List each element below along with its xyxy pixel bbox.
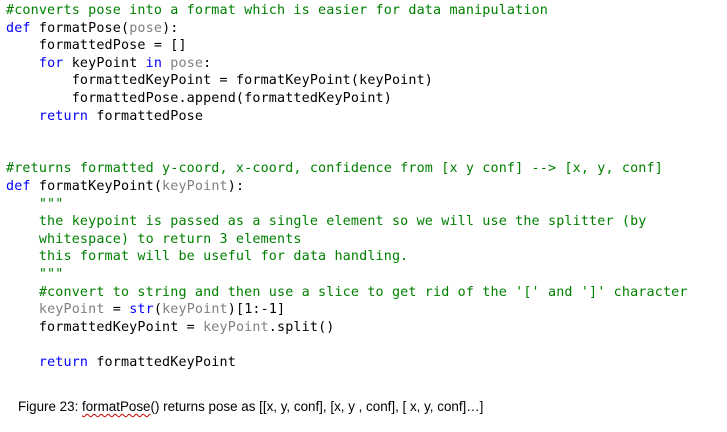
code-line: ​	[6, 336, 721, 354]
code-line: ​	[6, 143, 721, 161]
code-token-keyword: for	[38, 55, 72, 71]
code-token-keyword: in	[145, 55, 171, 71]
code-token-comment: the keypoint is passed as a single eleme…	[6, 214, 647, 230]
code-token-param: pose	[170, 55, 204, 71]
code-line: formattedPose.append(formattedKeyPoint)	[6, 90, 721, 108]
code-line: formattedKeyPoint = formatKeyPoint(keyPo…	[6, 72, 721, 90]
code-token-plain: keyPoint	[71, 55, 146, 71]
code-token-comment: whitespace) to return 3 elements	[6, 231, 302, 247]
code-token-plain: .split()	[268, 319, 335, 335]
code-token-comment: """	[6, 196, 64, 212]
code-line: keyPoint = str(keyPoint)[1:-1]	[6, 301, 721, 319]
code-token-param: keyPoint	[38, 302, 105, 318]
code-line: def formatKeyPoint(keyPoint):	[6, 178, 721, 196]
code-token-keyword: return	[38, 108, 97, 124]
code-token-plain: formattedPose = []	[6, 38, 187, 54]
code-token-param: pose	[129, 20, 163, 36]
code-token-param: keyPoint	[203, 319, 269, 335]
code-token-comment: #convert to string and then use a slice …	[6, 284, 688, 300]
code-line: """	[6, 266, 721, 284]
code-token-keyword: return	[38, 354, 97, 370]
code-line: this format will be useful for data hand…	[6, 248, 721, 266]
code-token-plain: :	[203, 55, 212, 71]
code-token-plain: )[1:-1]	[227, 302, 286, 318]
code-token-plain: formatKeyPoint(	[38, 178, 163, 194]
code-token-plain: formattedKeyPoint = formatKeyPoint(keyPo…	[6, 73, 434, 89]
code-line: formattedKeyPoint = keyPoint.split()	[6, 319, 721, 337]
code-line: return formattedPose	[6, 108, 721, 126]
code-line: the keypoint is passed as a single eleme…	[6, 213, 721, 231]
code-token-comment: this format will be useful for data hand…	[6, 249, 409, 265]
code-token-plain: formattedKeyPoint =	[6, 319, 204, 335]
code-token-keyword: def	[6, 178, 39, 194]
code-line: return formattedKeyPoint	[6, 354, 721, 372]
code-token-plain: (	[153, 302, 163, 318]
code-token-plain: formatPose(	[38, 20, 130, 36]
code-token-comment: #converts pose into a format which is ea…	[6, 3, 548, 18]
code-listing: #converts pose into a format which is ea…	[6, 2, 721, 371]
caption-function-name: formatPose	[82, 399, 151, 414]
code-token-keyword: str	[129, 302, 154, 318]
code-line: ​	[6, 125, 721, 143]
figure-caption: Figure 23: formatPose() returns pose as …	[18, 399, 483, 414]
code-token-comment: """	[6, 266, 64, 282]
code-line: def formatPose(pose):	[6, 20, 721, 38]
code-token-plain: ):	[227, 178, 245, 194]
code-token-param: keyPoint	[162, 302, 228, 318]
code-token-comment: #returns formatted y-coord, x-coord, con…	[6, 161, 663, 177]
code-line: """	[6, 196, 721, 214]
caption-prefix: Figure 23:	[18, 399, 83, 414]
code-line: #returns formatted y-coord, x-coord, con…	[6, 160, 721, 178]
code-line: formattedPose = []	[6, 37, 721, 55]
code-token-keyword: def	[6, 20, 39, 36]
code-line: for keyPoint in pose:	[6, 55, 721, 73]
code-token-plain: ):	[162, 20, 179, 36]
code-token-plain: formattedPose.append(formattedKeyPoint)	[6, 90, 392, 106]
code-line: #convert to string and then use a slice …	[6, 284, 721, 302]
code-token-param: keyPoint	[162, 178, 228, 194]
code-token-plain: =	[104, 302, 130, 318]
caption-suffix: () returns pose as [[x, y, conf], [x, y …	[150, 399, 484, 414]
code-token-plain: formattedPose	[96, 108, 204, 124]
code-token-plain: formattedKeyPoint	[96, 354, 236, 370]
code-line: #converts pose into a format which is ea…	[6, 2, 721, 20]
code-line: whitespace) to return 3 elements	[6, 231, 721, 249]
